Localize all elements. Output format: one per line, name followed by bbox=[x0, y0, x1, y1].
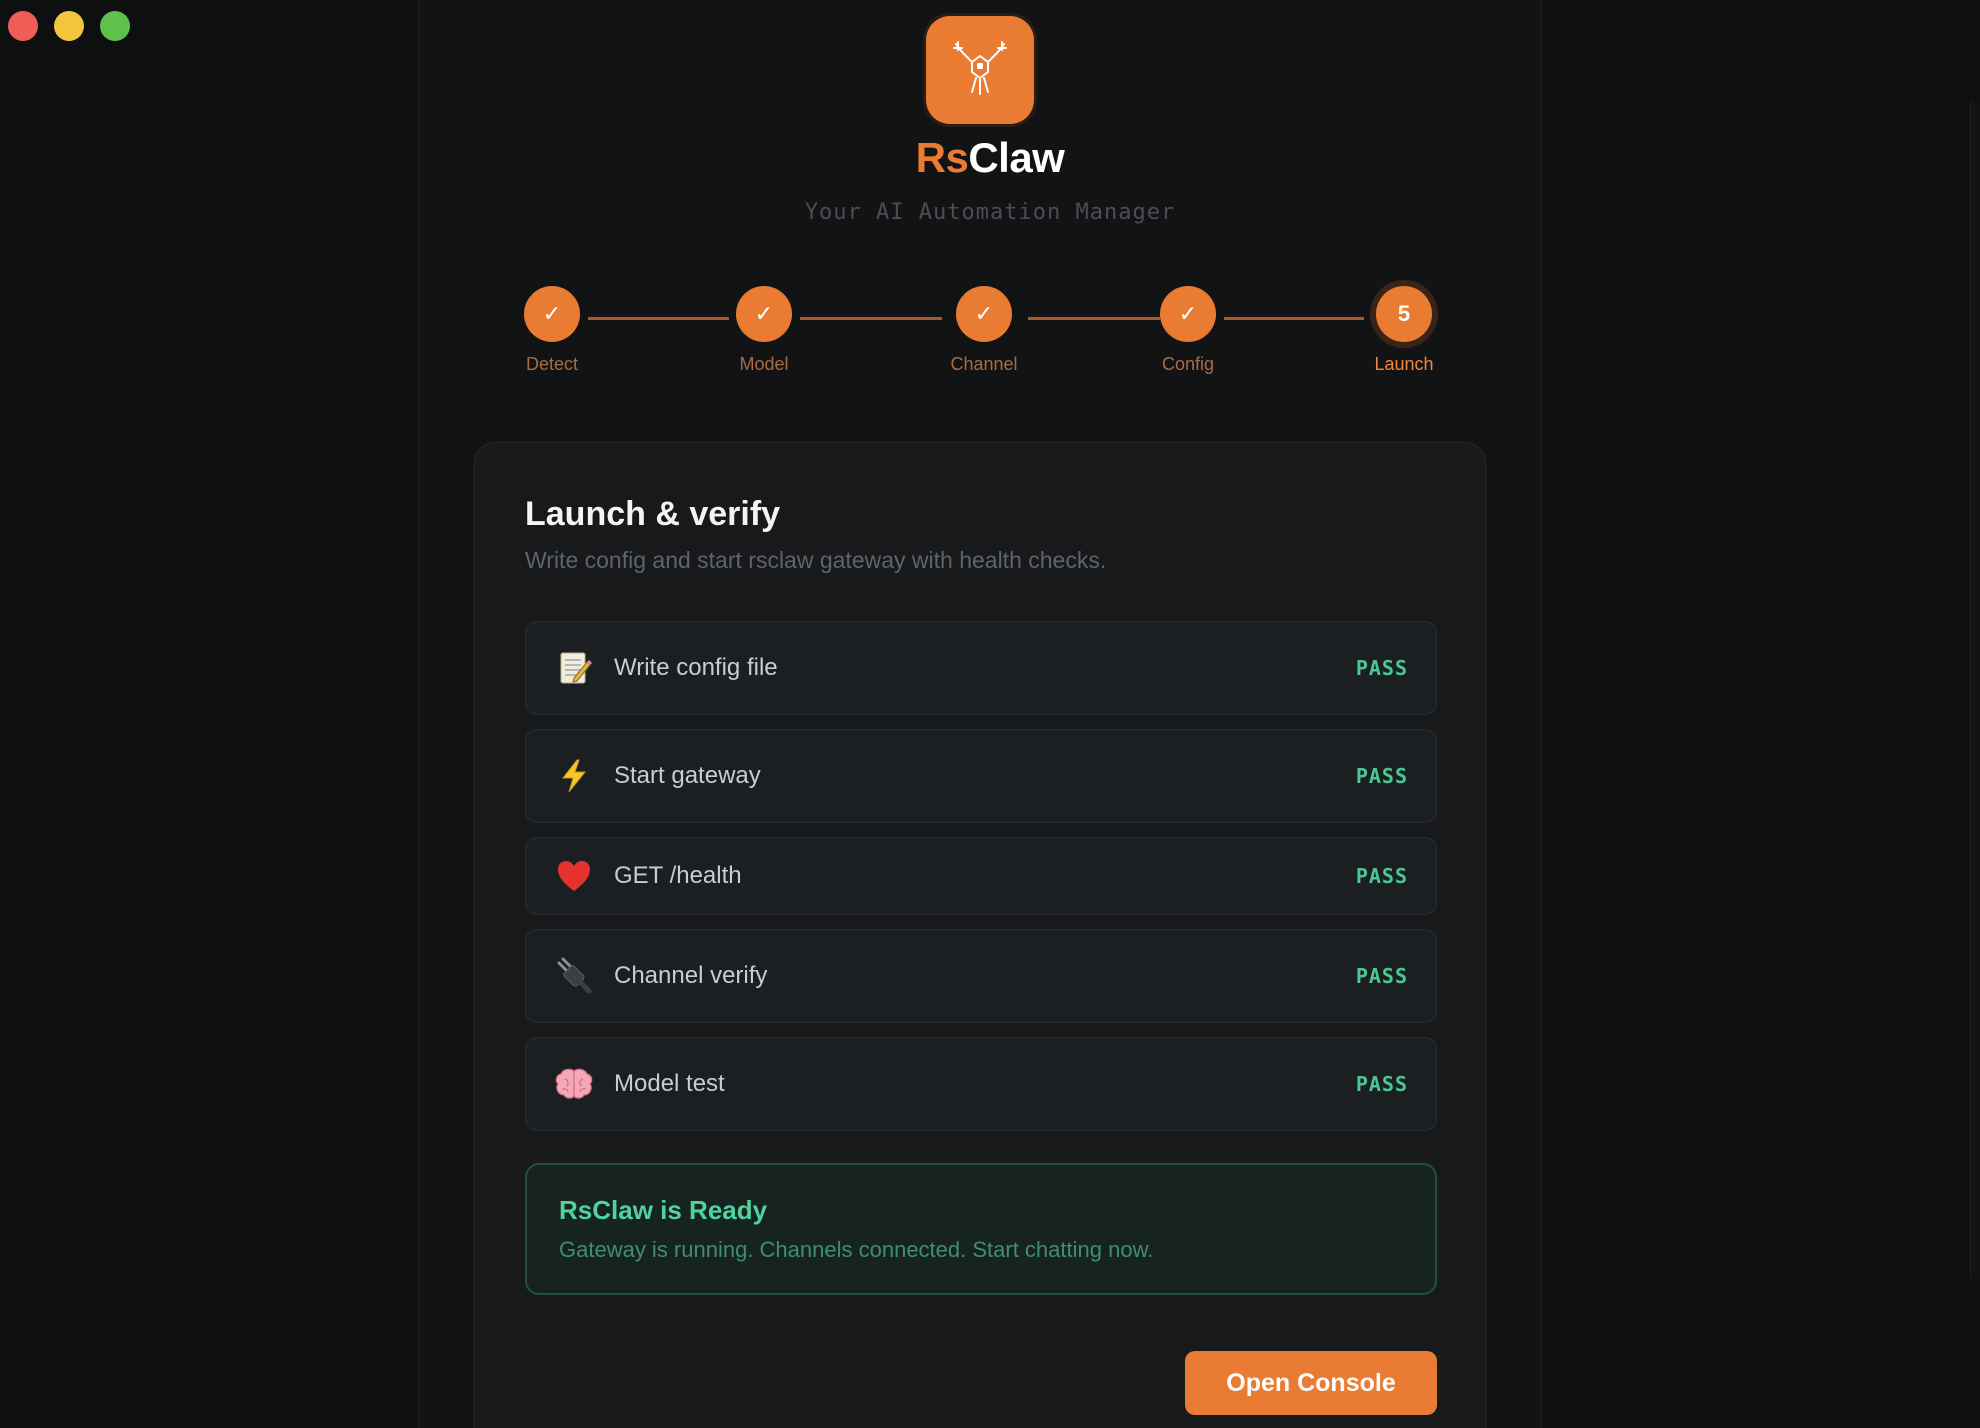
check-label: Start gateway bbox=[614, 762, 761, 789]
plug-icon bbox=[554, 956, 594, 996]
step-launch[interactable]: 5 Launch bbox=[1334, 286, 1474, 375]
scrollbar[interactable] bbox=[1970, 100, 1980, 1280]
app-window: RsClaw Your AI Automation Manager ✓ Dete… bbox=[0, 0, 1980, 1428]
app-logo bbox=[926, 16, 1034, 124]
status-badge: PASS bbox=[1355, 864, 1408, 888]
check-row-start-gateway: Start gateway PASS bbox=[525, 729, 1437, 823]
ready-title: RsClaw is Ready bbox=[559, 1195, 768, 1225]
memo-icon bbox=[554, 648, 594, 688]
brand-suffix: Claw bbox=[968, 134, 1065, 181]
open-console-button[interactable]: Open Console bbox=[1185, 1351, 1437, 1415]
check-label: GET /health bbox=[614, 862, 742, 889]
check-label: Channel verify bbox=[614, 962, 768, 989]
close-window-button[interactable] bbox=[8, 11, 38, 41]
check-row-write-config: Write config file PASS bbox=[525, 621, 1437, 715]
check-row-health: GET /health PASS bbox=[525, 837, 1437, 915]
check-row-model-test: Model test PASS bbox=[525, 1037, 1437, 1131]
brand-prefix: Rs bbox=[915, 134, 969, 181]
step-marker: ✓ bbox=[1160, 286, 1216, 342]
step-label: Model bbox=[739, 354, 789, 374]
maximize-window-button[interactable] bbox=[100, 11, 130, 41]
ready-description: Gateway is running. Channels connected. … bbox=[559, 1237, 1154, 1262]
step-marker: ✓ bbox=[524, 286, 580, 342]
progress-stepper: ✓ Detect ✓ Model ✓ Channel ✓ Config 5 La… bbox=[0, 286, 1980, 386]
launch-card: Launch & verify Write config and start r… bbox=[474, 442, 1486, 1428]
step-marker: ✓ bbox=[736, 286, 792, 342]
app-title: RsClaw bbox=[0, 134, 1980, 182]
step-detect[interactable]: ✓ Detect bbox=[482, 286, 622, 375]
ready-banner: RsClaw is Ready Gateway is running. Chan… bbox=[525, 1163, 1437, 1295]
status-badge: PASS bbox=[1355, 964, 1408, 988]
check-row-channel-verify: Channel verify PASS bbox=[525, 929, 1437, 1023]
status-badge: PASS bbox=[1355, 656, 1408, 680]
card-title: Launch & verify bbox=[525, 495, 781, 533]
step-marker: 5 bbox=[1376, 286, 1432, 342]
heart-icon bbox=[554, 856, 594, 896]
minimize-window-button[interactable] bbox=[54, 11, 84, 41]
step-channel[interactable]: ✓ Channel bbox=[914, 286, 1054, 375]
step-config[interactable]: ✓ Config bbox=[1118, 286, 1258, 375]
step-label: Config bbox=[1161, 354, 1215, 374]
check-label: Write config file bbox=[614, 654, 778, 681]
step-label: Launch bbox=[1374, 354, 1434, 374]
status-badge: PASS bbox=[1355, 764, 1408, 788]
claw-logo-icon bbox=[953, 41, 1007, 95]
brain-icon bbox=[554, 1064, 594, 1104]
window-controls bbox=[8, 11, 130, 41]
status-badge: PASS bbox=[1355, 1072, 1408, 1096]
lightning-icon bbox=[554, 756, 594, 796]
step-model[interactable]: ✓ Model bbox=[694, 286, 834, 375]
card-description: Write config and start rsclaw gateway wi… bbox=[525, 547, 1107, 573]
step-label: Detect bbox=[525, 354, 579, 374]
check-label: Model test bbox=[614, 1070, 725, 1097]
app-tagline: Your AI Automation Manager bbox=[804, 200, 1176, 225]
step-marker: ✓ bbox=[956, 286, 1012, 342]
step-label: Channel bbox=[950, 354, 1018, 374]
